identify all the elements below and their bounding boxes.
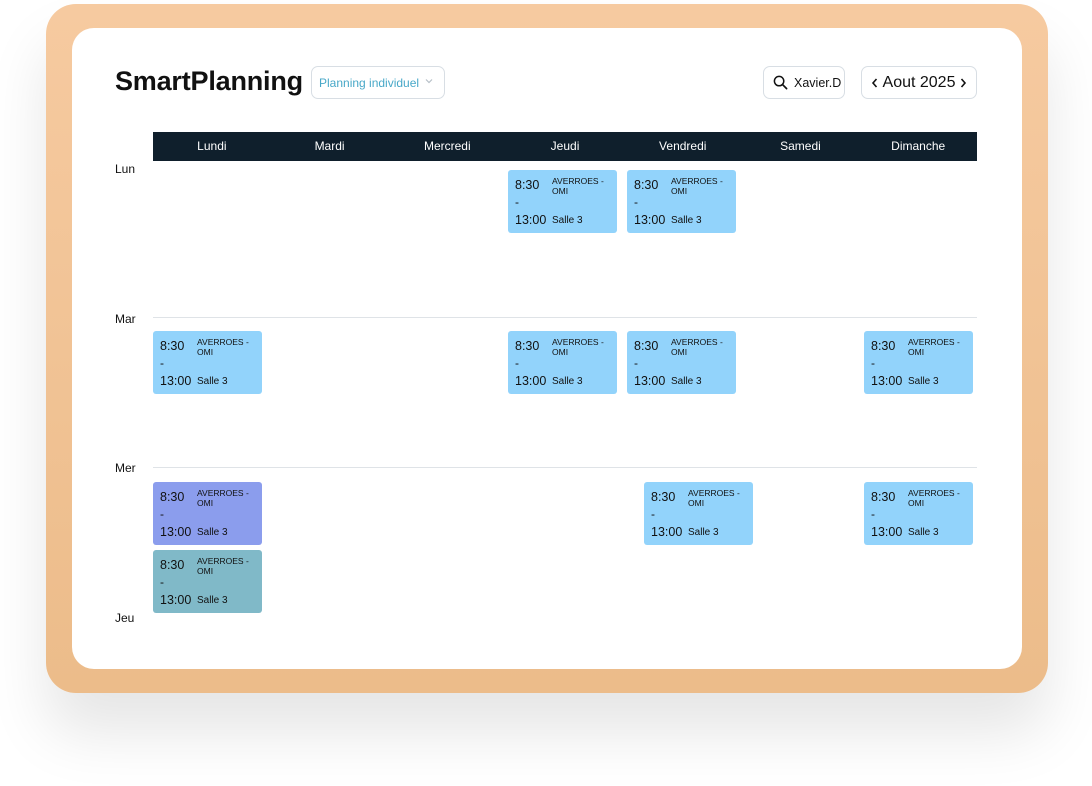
event-start-time: 8:30 [160,490,185,504]
event-room: Salle 3 [197,376,228,387]
event-title: AVERROES - OMI [197,337,249,357]
event-time-separator: - [651,507,655,521]
event-start-time: 8:30 [871,490,896,504]
event-room: Salle 3 [908,376,939,387]
event-end-time: 13:00 [160,593,192,607]
row-divider [153,467,977,468]
event-end-time: 13:00 [871,525,903,539]
event-title: AVERROES - OMI [671,176,723,196]
event-time-separator: - [160,507,164,521]
event-start-time: 8:30 [160,339,185,353]
event-end-time: 13:00 [160,374,192,388]
chevron-down-icon [425,79,433,84]
event-room: Salle 3 [197,595,228,606]
event-time-separator: - [160,356,164,370]
event-time-separator: - [871,356,875,370]
event-end-time: 13:00 [651,525,683,539]
month-navigator: Aout 2025 [861,66,977,99]
search-user-label: Xavier.D [794,75,842,90]
row-label-jeu: Jeu [115,611,135,625]
weekday-lundi: Lundi [197,139,227,153]
event-start-time: 8:30 [634,178,659,192]
event-start-time: 8:30 [515,339,540,353]
search-button[interactable]: Xavier.D [763,66,845,99]
weekday-header: Lundi Mardi Mercredi Jeudi Vendredi Same… [153,132,977,161]
event-room: Salle 3 [671,376,702,387]
view-select-value: Planning individuel [319,75,420,90]
app-title: SmartPlanning [115,66,303,96]
row-label-mer: Mer [115,461,136,475]
event-time-separator: - [634,356,638,370]
event-end-time: 13:00 [515,213,547,227]
event-start-time: 8:30 [634,339,659,353]
weekday-jeudi: Jeudi [550,139,580,153]
event-title: AVERROES - OMI [908,337,960,357]
event-room: Salle 3 [552,376,583,387]
event-title: AVERROES - OMI [197,488,249,508]
search-icon [773,75,788,90]
event-card[interactable]: 8:30 - 13:00 AVERROES - OMI Salle 3 [508,170,617,233]
weekday-mercredi: Mercredi [423,139,471,153]
event-card[interactable]: 8:30 - 13:00 AVERROES - OMI Salle 3 [627,331,736,394]
event-card[interactable]: 8:30 - 13:00 AVERROES - OMI Salle 3 [644,482,753,545]
event-start-time: 8:30 [871,339,896,353]
event-end-time: 13:00 [160,525,192,539]
weekday-samedi: Samedi [780,139,821,153]
weekday-mardi: Mardi [314,139,345,153]
event-room: Salle 3 [688,527,719,538]
chevron-left-icon[interactable] [870,77,880,89]
event-room: Salle 3 [908,527,939,538]
event-title: AVERROES - OMI [688,488,740,508]
event-start-time: 8:30 [515,178,540,192]
event-title: AVERROES - OMI [552,337,604,357]
event-card[interactable]: 8:30 - 13:00 AVERROES - OMI Salle 3 [864,482,973,545]
row-label-mar: Mar [115,312,136,326]
chevron-right-icon[interactable] [958,77,968,89]
event-room: Salle 3 [671,215,702,226]
event-time-separator: - [871,507,875,521]
event-card[interactable]: 8:30 - 13:00 AVERROES - OMI Salle 3 [153,482,262,545]
event-time-separator: - [160,575,164,589]
event-card[interactable]: 8:30 - 13:00 AVERROES - OMI Salle 3 [627,170,736,233]
view-select[interactable]: Planning individuel [311,66,445,99]
event-end-time: 13:00 [634,213,666,227]
event-room: Salle 3 [197,527,228,538]
event-title: AVERROES - OMI [671,337,723,357]
event-card[interactable]: 8:30 - 13:00 AVERROES - OMI Salle 3 [153,331,262,394]
row-label-lun: Lun [115,162,136,176]
event-title: AVERROES - OMI [908,488,960,508]
event-time-separator: - [515,356,519,370]
event-time-separator: - [515,195,519,209]
event-end-time: 13:00 [634,374,666,388]
event-time-separator: - [634,195,638,209]
event-start-time: 8:30 [160,558,185,572]
weekday-vendredi: Vendredi [659,139,707,153]
event-card[interactable]: 8:30 - 13:00 AVERROES - OMI Salle 3 [508,331,617,394]
event-title: AVERROES - OMI [197,556,249,576]
event-card[interactable]: 8:30 - 13:00 AVERROES - OMI Salle 3 [864,331,973,394]
month-label: Aout 2025 [882,73,956,91]
event-end-time: 13:00 [515,374,547,388]
event-room: Salle 3 [552,215,583,226]
event-title: AVERROES - OMI [552,176,604,196]
event-end-time: 13:00 [871,374,903,388]
event-card[interactable]: 8:30 - 13:00 AVERROES - OMI Salle 3 [153,550,262,613]
event-start-time: 8:30 [651,490,676,504]
row-divider [153,317,977,318]
weekday-dimanche: Dimanche [891,139,946,153]
